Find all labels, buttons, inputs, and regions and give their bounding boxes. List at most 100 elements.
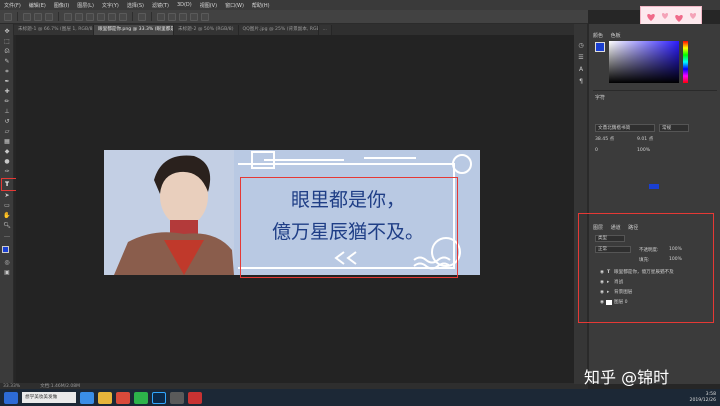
- history-panel-icon[interactable]: ◷: [576, 42, 586, 50]
- healing-brush-tool-icon[interactable]: ✚: [2, 88, 12, 96]
- divider: [151, 12, 152, 21]
- 3d-rotate-button[interactable]: [157, 12, 165, 21]
- menu-item-select[interactable]: 选择(S): [123, 2, 148, 9]
- options-bar: [0, 10, 588, 24]
- divider: [58, 12, 59, 21]
- leading-field[interactable]: 9.01 点: [637, 136, 653, 142]
- eraser-tool-icon[interactable]: ▱: [2, 128, 12, 136]
- history-brush-tool-icon[interactable]: ↺: [2, 118, 12, 126]
- hand-tool-icon[interactable]: ✋: [2, 212, 12, 220]
- distribute-middle-button[interactable]: [75, 12, 83, 21]
- quick-select-tool-icon[interactable]: ✎: [2, 58, 12, 66]
- rectangle-tool-icon[interactable]: ▭: [2, 202, 12, 210]
- photoshop-icon[interactable]: [152, 391, 166, 404]
- align-right-button[interactable]: [45, 12, 53, 21]
- clock[interactable]: 3:58 2019/12/26: [690, 392, 720, 404]
- menu-item-image[interactable]: 图像(I): [50, 2, 73, 9]
- tab-document-active[interactable]: 眼里都是你.png @ 33.3% (眼里都是你，憶万星辰猶不及, RGB/8): [94, 25, 174, 35]
- portrait-photo: [104, 150, 234, 275]
- document-tabs: 未标题-1 @ 66.7% (图层 1, RGB/8) 眼里都是你.png @ …: [14, 24, 574, 35]
- tab-document-4[interactable]: QQ图片.jpg @ 25% (背景副本, RGB/8): [238, 25, 319, 35]
- menu-item-file[interactable]: 文件(F): [0, 2, 25, 9]
- wechat-icon[interactable]: [134, 391, 148, 404]
- 3d-pan-button[interactable]: [179, 12, 187, 21]
- watermark: 知乎 @锦时: [584, 368, 670, 387]
- distribute-bottom-button[interactable]: [86, 12, 94, 21]
- foreground-color-chip[interactable]: [595, 42, 605, 52]
- path-select-tool-icon[interactable]: ➤: [2, 192, 12, 200]
- menu-item-view[interactable]: 视图(V): [196, 2, 221, 9]
- character-panel-title[interactable]: 字符: [595, 94, 605, 101]
- menu-item-type[interactable]: 文字(Y): [98, 2, 123, 9]
- app-icon[interactable]: [170, 391, 184, 404]
- app-icon[interactable]: [188, 391, 202, 404]
- tab-color[interactable]: 颜色: [593, 33, 603, 39]
- color-panel-tabs: 颜色 色板: [593, 32, 621, 39]
- taskbar: 想学美妆美发做 3:58 2019/12/26: [0, 389, 720, 406]
- align-left-button[interactable]: [23, 12, 31, 21]
- distribute-center-button[interactable]: [108, 12, 116, 21]
- gradient-tool-icon[interactable]: ▦: [2, 138, 12, 146]
- quick-mask-icon[interactable]: ◎: [2, 259, 12, 267]
- menu-item-help[interactable]: 帮助(H): [248, 2, 274, 9]
- scale-field[interactable]: 100%: [637, 148, 650, 153]
- layers-panel-highlight: [578, 213, 714, 323]
- menu-item-layer[interactable]: 图层(L): [73, 2, 98, 9]
- foreground-color-swatch[interactable]: [2, 246, 9, 253]
- clock-date: 2019/12/26: [689, 397, 716, 403]
- start-icon[interactable]: [4, 391, 18, 404]
- brush-tool-icon[interactable]: ✏: [2, 98, 12, 106]
- clone-stamp-tool-icon[interactable]: ⊥: [2, 108, 12, 116]
- text-color-swatch[interactable]: [649, 184, 659, 189]
- folder-icon[interactable]: [98, 391, 112, 404]
- crop-tool-icon[interactable]: ⌗: [2, 68, 12, 76]
- marquee-tool-icon[interactable]: ⬚: [2, 38, 12, 46]
- tab-swatches[interactable]: 色板: [611, 33, 621, 39]
- tools-panel: ✥ ⬚ ᘏ ✎ ⌗ ✒ ✚ ✏ ⊥ ↺ ▱ ▦ ◆ ● ✑ T ➤ ▭ ✋ 🔍︎…: [0, 24, 14, 384]
- move-tool-icon[interactable]: ✥: [2, 28, 12, 36]
- dodge-tool-icon[interactable]: ●: [2, 158, 12, 166]
- menu-item-window[interactable]: 窗口(W): [221, 2, 248, 9]
- distribute-right-button[interactable]: [119, 12, 127, 21]
- font-family-select[interactable]: 文鼎北魏楷书简: [595, 124, 655, 132]
- zoom-readout[interactable]: 33.33%: [3, 384, 20, 389]
- menu-item-filter[interactable]: 滤镜(T): [148, 2, 173, 9]
- properties-panel-icon[interactable]: ☰: [576, 54, 586, 62]
- distribute-top-button[interactable]: [64, 12, 72, 21]
- pen-tool-icon[interactable]: ✑: [2, 168, 12, 176]
- color-picker-field[interactable]: [609, 41, 679, 83]
- paragraph-panel-icon[interactable]: ¶: [576, 78, 586, 86]
- tab-document-3[interactable]: 未标题-2 @ 50% (RGB/8): [174, 25, 239, 35]
- right-panels: 颜色 色板 字符 文鼎北魏楷书简 常规 38.45 点 9.01 点 0 100…: [588, 24, 720, 384]
- more-tools-icon[interactable]: …: [2, 232, 12, 240]
- lasso-tool-icon[interactable]: ᘏ: [2, 48, 12, 56]
- tracking-field[interactable]: 0: [595, 148, 598, 153]
- distribute-left-button[interactable]: [97, 12, 105, 21]
- taskbar-search-box[interactable]: 想学美妆美发做: [22, 392, 76, 403]
- collapsed-panel-dock: ◷ ☰ A ¶: [574, 24, 588, 384]
- divider: [17, 12, 18, 21]
- tool-preset-button[interactable]: [4, 12, 12, 21]
- hue-slider[interactable]: [683, 41, 688, 83]
- font-style-select[interactable]: 常规: [659, 124, 689, 132]
- blur-tool-icon[interactable]: ◆: [2, 148, 12, 156]
- eyedropper-tool-icon[interactable]: ✒: [2, 78, 12, 86]
- browser-icon[interactable]: [80, 391, 94, 404]
- media-icon[interactable]: [116, 391, 130, 404]
- zoom-tool-icon[interactable]: 🔍︎: [2, 222, 12, 230]
- tab-document-1[interactable]: 未标题-1 @ 66.7% (图层 1, RGB/8): [14, 25, 94, 35]
- character-panel-icon[interactable]: A: [576, 66, 586, 74]
- 3d-slide-button[interactable]: [190, 12, 198, 21]
- tab-document-more[interactable]: ...: [318, 25, 332, 35]
- menu-bar: 文件(F) 编辑(E) 图像(I) 图层(L) 文字(Y) 选择(S) 滤镜(T…: [0, 0, 720, 10]
- text-layer-highlight: [240, 177, 458, 278]
- auto-align-button[interactable]: [138, 12, 146, 21]
- menu-item-3d[interactable]: 3D(D): [173, 2, 196, 8]
- font-size-field[interactable]: 38.45 点: [595, 136, 614, 142]
- divider: [132, 12, 133, 21]
- 3d-roll-button[interactable]: [168, 12, 176, 21]
- align-center-button[interactable]: [34, 12, 42, 21]
- screen-mode-icon[interactable]: ▣: [2, 269, 12, 277]
- 3d-scale-button[interactable]: [201, 12, 209, 21]
- menu-item-edit[interactable]: 编辑(E): [25, 2, 50, 9]
